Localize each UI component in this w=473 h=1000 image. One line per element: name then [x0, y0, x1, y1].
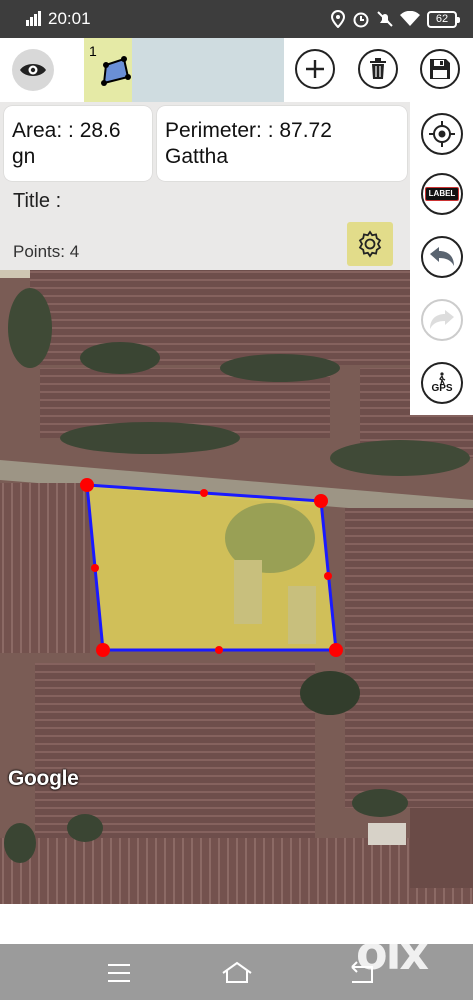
midpoint-handle[interactable]: [215, 646, 223, 654]
battery-icon: 62: [427, 10, 460, 28]
floppy-disk-icon: [430, 59, 450, 79]
shape-tab-number: 1: [89, 43, 97, 59]
vertex-point[interactable]: [80, 478, 94, 492]
vertex-point[interactable]: [96, 643, 110, 657]
undo-button[interactable]: [421, 236, 463, 278]
trash-icon: [370, 58, 386, 79]
olx-watermark: olx: [356, 926, 429, 980]
undo-icon: [430, 247, 454, 266]
redo-icon: [430, 310, 454, 329]
gear-icon: [358, 230, 382, 258]
add-button[interactable]: [295, 49, 335, 89]
perimeter-card: Perimeter: : 87.72 Gattha: [157, 106, 407, 181]
eye-icon: [20, 64, 46, 76]
settings-button[interactable]: [347, 222, 393, 266]
alarm-icon: [353, 12, 369, 28]
label-button[interactable]: LABEL: [421, 173, 463, 215]
crosshair-icon: [429, 121, 455, 147]
vertex-point[interactable]: [314, 494, 328, 508]
home-icon[interactable]: [221, 961, 253, 983]
gps-button[interactable]: GPS: [421, 362, 463, 404]
tab-strip-empty: [132, 38, 284, 102]
label-tag-icon: LABEL: [424, 187, 460, 201]
measurement-panel: Area: : 28.6 gn Perimeter: : 87.72 Gatth…: [0, 102, 410, 270]
status-bar: 20:01 62: [0, 0, 473, 38]
signal-4g-icon: [26, 11, 41, 26]
vertex-point[interactable]: [329, 643, 343, 657]
points-count: Points: 4: [13, 242, 80, 261]
midpoint-handle[interactable]: [91, 564, 99, 572]
redo-button[interactable]: [421, 299, 463, 341]
battery-level: 62: [435, 12, 449, 25]
area-card: Area: : 28.6 gn: [4, 106, 152, 181]
title-label[interactable]: Title :: [13, 190, 61, 213]
my-location-button[interactable]: [421, 113, 463, 155]
status-time: 20:01: [48, 9, 91, 28]
google-attribution: Google: [8, 767, 79, 790]
gps-label: GPS: [431, 383, 453, 394]
visibility-button[interactable]: [12, 49, 54, 91]
midpoint-handle[interactable]: [200, 489, 208, 497]
plus-icon: [306, 60, 324, 78]
mute-icon: [377, 11, 393, 27]
location-icon: [331, 10, 345, 28]
wifi-icon: [400, 11, 420, 26]
top-toolbar: 1: [0, 38, 473, 102]
save-button[interactable]: [420, 49, 460, 89]
label-tag-text: LABEL: [428, 189, 456, 198]
polygon-shape-icon: [101, 56, 131, 86]
map-tools-sidebar: LABEL GPS: [410, 102, 473, 415]
delete-button[interactable]: [358, 49, 398, 89]
midpoint-handle[interactable]: [324, 572, 332, 580]
menu-icon[interactable]: [107, 963, 131, 983]
